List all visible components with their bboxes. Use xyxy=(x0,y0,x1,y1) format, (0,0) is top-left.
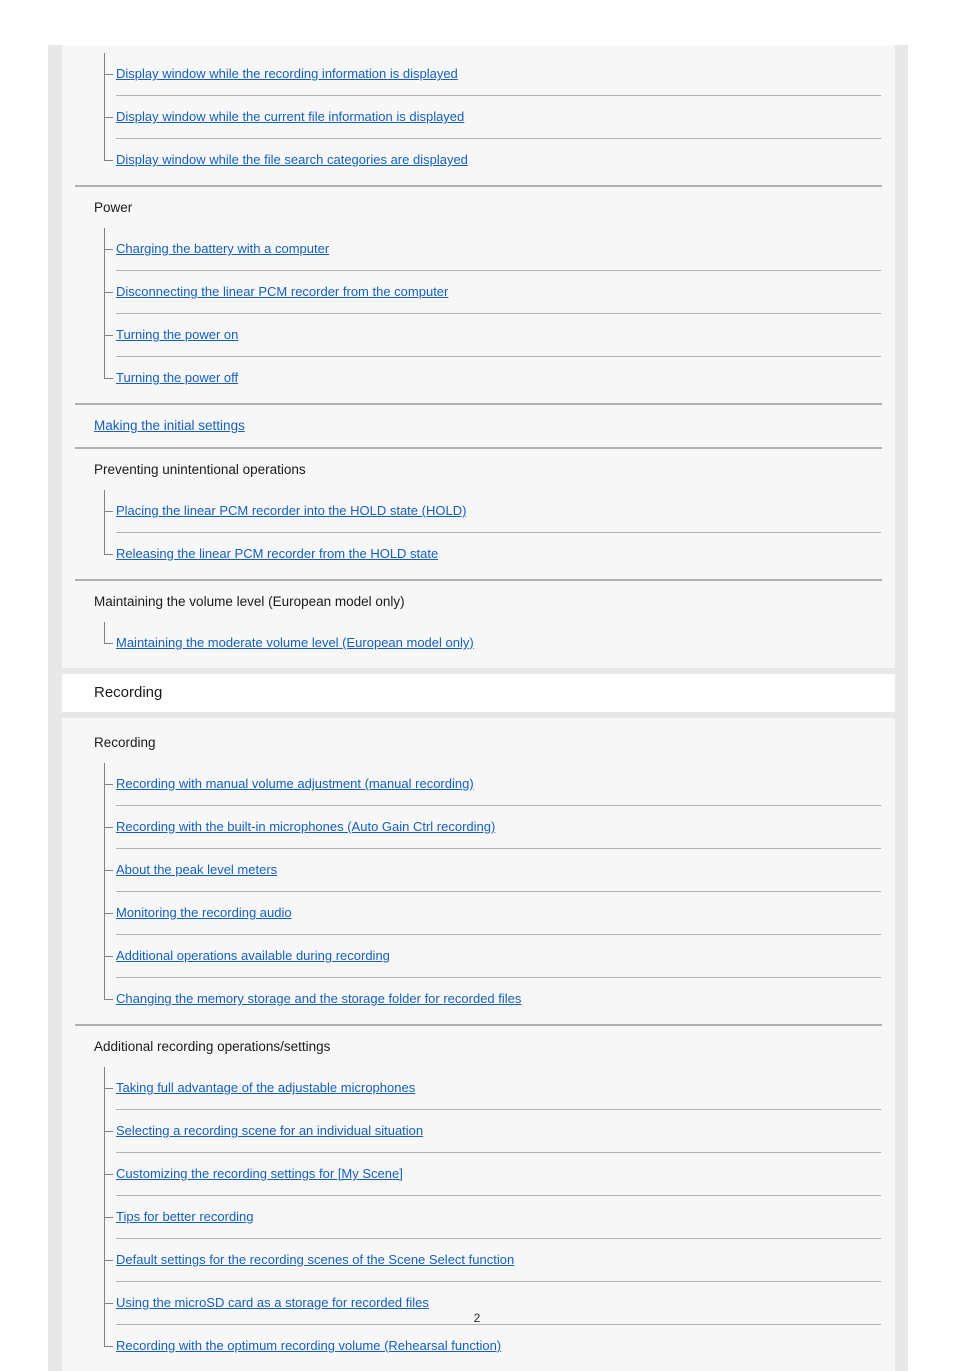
tree-branch-icon xyxy=(104,784,113,785)
toc-link[interactable]: Tips for better recording xyxy=(116,1209,254,1224)
toc-link[interactable]: Using the microSD card as a storage for … xyxy=(116,1295,429,1310)
toc-tree-group: Maintaining the moderate volume level (E… xyxy=(62,622,895,664)
toc-link[interactable]: Display window while the file search cat… xyxy=(116,152,468,167)
toc-tree-group: Display window while the recording infor… xyxy=(62,53,895,181)
table-of-contents-body: Display window while the recording infor… xyxy=(62,45,895,1371)
chapter-header: Recording xyxy=(62,674,895,712)
toc-link[interactable]: Turning the power off xyxy=(116,370,238,385)
section-heading: Additional recording operations/settings xyxy=(94,1039,331,1054)
tree-branch-icon xyxy=(104,160,113,161)
toc-list-item: Releasing the linear PCM recorder from t… xyxy=(104,533,895,575)
section-heading: Preventing unintentional operations xyxy=(94,462,306,477)
toc-list-item: Additional operations available during r… xyxy=(104,935,895,977)
toc-link[interactable]: Default settings for the recording scene… xyxy=(116,1252,514,1267)
tree-branch-icon xyxy=(104,1131,113,1132)
toc-link[interactable]: Display window while the current file in… xyxy=(116,109,464,124)
toc-link[interactable]: Placing the linear PCM recorder into the… xyxy=(116,503,466,518)
tree-branch-icon xyxy=(104,117,113,118)
toc-link[interactable]: Monitoring the recording audio xyxy=(116,905,292,920)
toc-list-item: Charging the battery with a computer xyxy=(104,228,895,270)
block-recording: Recording Recording with manual volume ad… xyxy=(62,718,895,1371)
tree-branch-icon xyxy=(104,913,113,914)
tree-branch-icon xyxy=(104,827,113,828)
toc-top-level-item: Making the initial settings xyxy=(62,405,895,447)
toc-link[interactable]: Recording with the optimum recording vol… xyxy=(116,1338,501,1353)
toc-list-item: Recording with the built-in microphones … xyxy=(104,806,895,848)
tree-branch-icon xyxy=(104,999,113,1000)
toc-link[interactable]: Recording with the built-in microphones … xyxy=(116,819,495,834)
toc-tree-group: Recording with manual volume adjustment … xyxy=(62,763,895,1020)
section-heading: Maintaining the volume level (European m… xyxy=(94,594,405,609)
tree-branch-icon xyxy=(104,335,113,336)
toc-link[interactable]: Disconnecting the linear PCM recorder fr… xyxy=(116,284,448,299)
toc-link[interactable]: Recording with manual volume adjustment … xyxy=(116,776,474,791)
toc-list-item: Tips for better recording xyxy=(104,1196,895,1238)
tree-branch-icon xyxy=(104,249,113,250)
toc-link[interactable]: Making the initial settings xyxy=(94,418,245,433)
toc-list-item: Display window while the recording infor… xyxy=(104,53,895,95)
toc-link[interactable]: Selecting a recording scene for an indiv… xyxy=(116,1123,423,1138)
toc-list-item: Customizing the recording settings for [… xyxy=(104,1153,895,1195)
toc-list-item: Display window while the current file in… xyxy=(104,96,895,138)
tree-branch-icon xyxy=(104,1346,113,1347)
tree-branch-icon xyxy=(104,1088,113,1089)
toc-list-item: Placing the linear PCM recorder into the… xyxy=(104,490,895,532)
table-of-contents-frame: Display window while the recording infor… xyxy=(48,45,908,1371)
tree-branch-icon xyxy=(104,643,113,644)
section-heading: Recording xyxy=(94,735,156,750)
tree-branch-icon xyxy=(104,1217,113,1218)
document-page: Display window while the recording infor… xyxy=(0,0,954,1371)
toc-link[interactable]: Charging the battery with a computer xyxy=(116,241,329,256)
toc-list-item: Selecting a recording scene for an indiv… xyxy=(104,1110,895,1152)
toc-list-item: Maintaining the moderate volume level (E… xyxy=(104,622,895,664)
toc-list-item: Disconnecting the linear PCM recorder fr… xyxy=(104,271,895,313)
toc-list-item: Monitoring the recording audio xyxy=(104,892,895,934)
toc-link[interactable]: Changing the memory storage and the stor… xyxy=(116,991,521,1006)
toc-link[interactable]: Additional operations available during r… xyxy=(116,948,390,963)
toc-link[interactable]: Turning the power on xyxy=(116,327,238,342)
tree-branch-icon xyxy=(104,870,113,871)
toc-link[interactable]: Customizing the recording settings for [… xyxy=(116,1166,403,1181)
tree-branch-icon xyxy=(104,511,113,512)
toc-tree-group: Charging the battery with a computer Disc… xyxy=(62,228,895,399)
toc-link[interactable]: Taking full advantage of the adjustable … xyxy=(116,1080,415,1095)
toc-list-item: About the peak level meters xyxy=(104,849,895,891)
tree-branch-icon xyxy=(104,1303,113,1304)
toc-list-item: Turning the power off xyxy=(104,357,895,399)
tree-branch-icon xyxy=(104,378,113,379)
toc-link[interactable]: About the peak level meters xyxy=(116,862,277,877)
tree-branch-icon xyxy=(104,292,113,293)
toc-list-item: Default settings for the recording scene… xyxy=(104,1239,895,1281)
tree-branch-icon xyxy=(104,1260,113,1261)
toc-list-item: Turning the power on xyxy=(104,314,895,356)
toc-link[interactable]: Maintaining the moderate volume level (E… xyxy=(116,635,474,650)
tree-branch-icon xyxy=(104,554,113,555)
tree-branch-icon xyxy=(104,956,113,957)
tree-branch-icon xyxy=(104,74,113,75)
toc-link[interactable]: Display window while the recording infor… xyxy=(116,66,458,81)
page-number: 2 xyxy=(473,1311,481,1325)
toc-list-item: Changing the memory storage and the stor… xyxy=(104,978,895,1020)
tree-branch-icon xyxy=(104,1174,113,1175)
toc-link[interactable]: Releasing the linear PCM recorder from t… xyxy=(116,546,438,561)
toc-list-item: Recording with manual volume adjustment … xyxy=(104,763,895,805)
toc-list-item: Display window while the file search cat… xyxy=(104,139,895,181)
toc-list-item: Taking full advantage of the adjustable … xyxy=(104,1067,895,1109)
toc-tree-group: Placing the linear PCM recorder into the… xyxy=(62,490,895,575)
section-heading: Power xyxy=(94,200,133,215)
block-getting-started: Display window while the recording infor… xyxy=(62,45,895,668)
toc-list-item: Recording with the optimum recording vol… xyxy=(104,1325,895,1367)
